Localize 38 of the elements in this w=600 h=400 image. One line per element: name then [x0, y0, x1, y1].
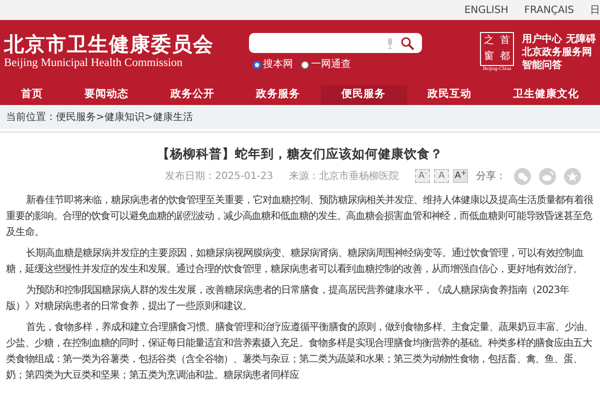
language-link[interactable]: FRANÇAIS: [524, 2, 574, 18]
font-size-button[interactable]: A: [434, 169, 450, 184]
weibo-share-icon[interactable]: [539, 168, 556, 185]
article-title: 【杨柳科普】蛇年到，糖友们应该如何健康饮食？: [156, 145, 444, 163]
nav-tab[interactable]: 政务公开: [149, 85, 236, 105]
breadcrumb-label: 当前位置：: [6, 110, 56, 124]
share-label: 分享：: [475, 170, 506, 184]
search-scope-radio[interactable]: 搜本网: [252, 57, 293, 72]
search-field[interactable]: [248, 33, 422, 53]
favorite-share-icon[interactable]: [564, 168, 582, 185]
nav-tab[interactable]: 要闻动态: [64, 85, 150, 105]
header-link[interactable]: 智能问答: [522, 59, 562, 72]
nav-tab[interactable]: 政民互动: [406, 85, 492, 105]
article-paragraph: 为预防和控制我国糖尿病人群的发生发展，改善糖尿病患者的日常膳食，提高居民营养健康水平，《成人糖尿病食养指南（2023年版）》对糖尿病患者的日常食养，提出了一些原则和建议。: [5, 284, 570, 314]
nav-tab[interactable]: 首页: [0, 85, 64, 105]
breadcrumb-path[interactable]: 便民服务>健康知识>健康生活: [56, 110, 193, 124]
font-size-button[interactable]: A$^{-}$: [415, 169, 430, 184]
article-paragraph: 新春佳节即将来临，糖尿病患者的饮食管理至关重要，它对血糖控制、预防糖尿病相关并发症、维持人体健康以及提高生活质量都有着很重要的影响。合理的饮食可以避免血糖的剧烈波动，减少高血糖和低血糖的发生。高血糖会损害血管和神经，而低血糖则可能导致昏迷甚至危及生命。: [5, 194, 594, 240]
search-icon[interactable]: [400, 36, 414, 50]
wechat-share-icon[interactable]: [514, 168, 532, 185]
nav-tab[interactable]: 政务服务: [235, 85, 321, 105]
font-size-button[interactable]: A$^{+}$: [453, 169, 468, 184]
header-link[interactable]: 北京政务服务网: [522, 46, 592, 59]
site-title: 北京市卫生健康委员会: [4, 32, 215, 55]
article-source: 来源：北京市垂杨柳医院: [289, 170, 400, 184]
language-link[interactable]: ENGLISH: [464, 2, 508, 18]
header-link[interactable]: 无障碍: [566, 33, 596, 46]
microphone-icon[interactable]: [386, 38, 393, 48]
article-paragraph: 长期高血糖是糖尿病并发症的主要原因，如糖尿病视网膜病变、糖尿病肾病、糖尿病周围神经病变等。通过饮食管理，可以有效控制血糖，延缓这些慢性并发症的发生和发展。通过合理的饮食管理，糖尿病患者可以看到血糖控制的改善，从而增强自信心，更好地有效治疗。: [5, 246, 585, 277]
article-paragraph: 首先，食物多样，养成和建立合理膳食习惯。膳食管理和治疗应遵循平衡膳食的原则，做到食物多样、主食定量、蔬果奶豆丰富、少油、少盐、少糖，在控制血糖的同时，保证每日能量适宜和营养素摄入充足。食物多样是实现合理膳食均衡营养的基础。种类多样的膳食应由五大类食物组成：第一类为谷薯类，包括谷类（含全谷物）、薯类与杂豆；第二类为蔬菜和水果；第三类为动物性食物，包括畜、禽、鱼、蛋、奶；第四类为大豆类和坚果；第五类为烹调油和盐。糖尿病患者同样应: [5, 320, 594, 383]
publish-date: 发布日期：2025-01-23: [165, 170, 274, 184]
search-scope-radio[interactable]: 一网通查: [300, 57, 351, 72]
emblem-logo: 之 首 窗 都: [480, 32, 514, 66]
nav-tab[interactable]: 便民服务: [320, 85, 407, 105]
language-link[interactable]: 日: [590, 2, 600, 18]
site-subtitle: Beijing Municipal Health Commission: [4, 56, 184, 71]
nav-tab[interactable]: 卫生健康文化: [492, 85, 600, 105]
header-link[interactable]: 用户中心: [522, 33, 562, 46]
